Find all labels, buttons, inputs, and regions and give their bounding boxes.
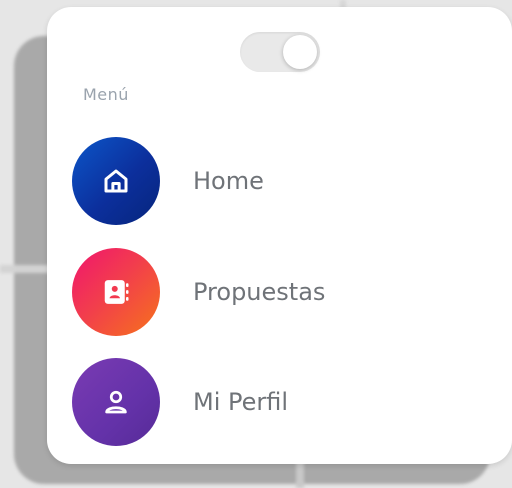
menu-item-propuestas[interactable]: Propuestas [72,248,452,336]
home-icon [101,166,131,196]
user-icon [101,387,131,417]
menu-heading: Menú [83,85,129,104]
menu-item-home[interactable]: Home [72,137,452,225]
menu-item-label: Propuestas [193,278,326,306]
menu-item-label: Mi Perfil [193,388,289,416]
contacts-book-icon-badge[interactable] [72,248,160,336]
user-icon-badge[interactable] [72,358,160,446]
contacts-book-icon [101,277,131,307]
menu-item-mi-perfil[interactable]: Mi Perfil [72,358,452,446]
home-icon-badge[interactable] [72,137,160,225]
toggle-knob[interactable] [283,35,317,69]
menu-item-label: Home [193,167,264,195]
menu-toggle-switch[interactable] [240,32,320,72]
